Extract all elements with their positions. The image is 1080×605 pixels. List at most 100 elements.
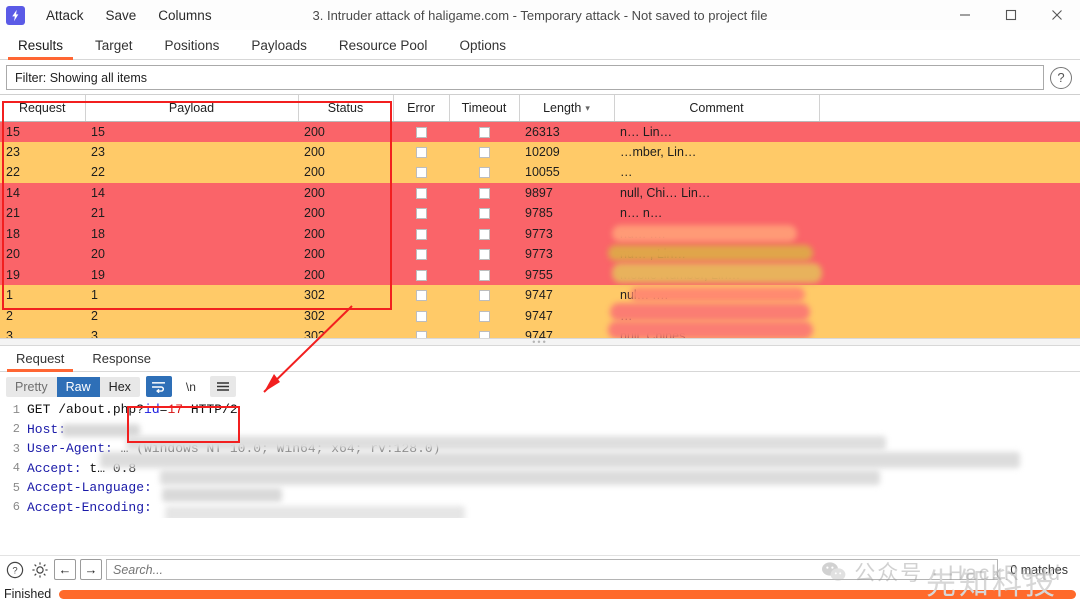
search-input[interactable] xyxy=(113,562,992,577)
checkbox-icon[interactable] xyxy=(415,290,427,302)
checkbox-icon[interactable] xyxy=(478,269,490,281)
maximize-button[interactable] xyxy=(988,0,1034,31)
cell-error[interactable] xyxy=(393,305,449,326)
editor-toolbar: Pretty Raw Hex \n xyxy=(0,372,1080,400)
request-editor[interactable]: 1 GET /about.php?id=17 HTTP/2 2 Host: 3 User… xyxy=(0,400,1080,518)
column-header-payload[interactable]: Payload xyxy=(85,95,299,122)
cell-timeout[interactable] xyxy=(449,141,519,162)
table-row[interactable]: 3 3 302 9747 null, Chines… xyxy=(0,326,1080,338)
menu-item-columns[interactable]: Columns xyxy=(147,5,222,26)
checkbox-icon[interactable] xyxy=(415,187,427,199)
tab-positions[interactable]: Positions xyxy=(149,34,236,59)
filter-bar[interactable]: Filter: Showing all items xyxy=(6,65,1044,90)
view-raw-button[interactable]: Raw xyxy=(56,376,100,397)
table-row[interactable]: 15 15 200 26313 n… Lin… xyxy=(0,121,1080,142)
close-button[interactable] xyxy=(1034,0,1080,31)
checkbox-icon[interactable] xyxy=(415,228,427,240)
cell-request: 15 xyxy=(0,121,85,142)
checkbox-icon[interactable] xyxy=(415,331,427,338)
checkbox-icon[interactable] xyxy=(478,208,490,220)
results-table: Request Payload Status Error Timeout Len… xyxy=(0,95,1080,338)
view-pretty-button[interactable]: Pretty xyxy=(6,377,57,397)
cell-request: 22 xyxy=(0,162,85,183)
cell-error[interactable] xyxy=(393,162,449,183)
tab-options[interactable]: Options xyxy=(443,34,522,59)
cell-timeout[interactable] xyxy=(449,203,519,224)
menu-item-attack[interactable]: Attack xyxy=(35,5,95,26)
table-row[interactable]: 22 22 200 10055… xyxy=(0,162,1080,183)
menu-item-save[interactable]: Save xyxy=(95,5,148,26)
cell-timeout[interactable] xyxy=(449,305,519,326)
line-number: 5 xyxy=(12,480,20,495)
cell-error[interactable] xyxy=(393,121,449,142)
table-row[interactable]: 21 21 200 9785 n… n… xyxy=(0,203,1080,224)
cell-error[interactable] xyxy=(393,223,449,244)
view-hex-button[interactable]: Hex xyxy=(100,377,140,397)
cell-error[interactable] xyxy=(393,285,449,306)
panel-splitter[interactable]: ••• xyxy=(0,337,1080,346)
table-row[interactable]: 1 1 302 9747 nul… .… xyxy=(0,285,1080,306)
cell-error[interactable] xyxy=(393,326,449,338)
table-row[interactable]: 14 14 200 9897 null, Chi… Lin… xyxy=(0,182,1080,203)
arrow-right-icon[interactable]: → xyxy=(80,559,102,580)
question-mark-icon[interactable]: ? xyxy=(1050,66,1072,89)
checkbox-icon[interactable] xyxy=(415,269,427,281)
table-row[interactable]: 23 23 200 10209 …mber, Lin… xyxy=(0,141,1080,162)
tab-response[interactable]: Response xyxy=(78,348,165,371)
cell-error[interactable] xyxy=(393,141,449,162)
checkbox-icon[interactable] xyxy=(415,167,427,179)
checkbox-icon[interactable] xyxy=(478,249,490,261)
column-header-request[interactable]: Request xyxy=(0,95,86,122)
column-header-length[interactable]: Length ▾ xyxy=(519,95,615,122)
table-row[interactable]: 2 2 302 9747… xyxy=(0,305,1080,326)
cell-error[interactable] xyxy=(393,264,449,285)
checkbox-icon[interactable] xyxy=(415,310,427,322)
column-header-timeout[interactable]: Timeout xyxy=(449,95,520,122)
checkbox-icon[interactable] xyxy=(478,310,490,322)
column-header-status[interactable]: Status xyxy=(298,95,394,122)
cell-timeout[interactable] xyxy=(449,121,519,142)
checkbox-icon[interactable] xyxy=(478,146,490,158)
cell-status: 200 xyxy=(298,182,393,203)
cell-timeout[interactable] xyxy=(449,326,519,338)
cell-timeout[interactable] xyxy=(449,182,519,203)
tab-resource-pool[interactable]: Resource Pool xyxy=(323,34,444,59)
question-mark-circle-icon[interactable]: ? xyxy=(4,559,25,580)
cell-timeout[interactable] xyxy=(449,285,519,306)
checkbox-icon[interactable] xyxy=(415,249,427,261)
cell-error[interactable] xyxy=(393,203,449,224)
menu-lines-icon[interactable] xyxy=(209,376,236,397)
table-row[interactable]: 18 18 200 9773 nu… .… xyxy=(0,223,1080,244)
checkbox-icon[interactable] xyxy=(478,187,490,199)
checkbox-icon[interactable] xyxy=(415,208,427,220)
checkbox-icon[interactable] xyxy=(478,228,490,240)
cell-timeout[interactable] xyxy=(449,162,519,183)
cell-error[interactable] xyxy=(393,182,449,203)
checkbox-icon[interactable] xyxy=(478,290,490,302)
newline-icon[interactable]: \n xyxy=(178,376,204,397)
cell-timeout[interactable] xyxy=(449,223,519,244)
checkbox-icon[interactable] xyxy=(415,146,427,158)
checkbox-icon[interactable] xyxy=(478,167,490,179)
column-header-error[interactable]: Error xyxy=(393,95,450,122)
tab-target[interactable]: Target xyxy=(79,34,149,59)
line-number: 4 xyxy=(12,461,20,476)
results-table-container[interactable]: Request Payload Status Error Timeout Len… xyxy=(0,94,1080,338)
checkbox-icon[interactable] xyxy=(478,126,490,138)
tab-payloads[interactable]: Payloads xyxy=(235,34,323,59)
tab-request[interactable]: Request xyxy=(2,348,78,372)
checkbox-icon[interactable] xyxy=(415,126,427,138)
arrow-left-icon[interactable]: ← xyxy=(54,559,76,580)
cell-timeout[interactable] xyxy=(449,264,519,285)
word-wrap-icon[interactable] xyxy=(145,376,172,397)
table-row[interactable]: 19 19 200 9755 Mobile Number, Lin… xyxy=(0,264,1080,285)
table-row[interactable]: 20 20 200 9773 nu… , Lin… xyxy=(0,244,1080,265)
search-field[interactable] xyxy=(106,559,999,580)
minimize-button[interactable] xyxy=(942,0,988,31)
gear-icon[interactable] xyxy=(29,559,50,580)
checkbox-icon[interactable] xyxy=(478,331,490,338)
tab-results[interactable]: Results xyxy=(2,34,79,60)
column-header-comment[interactable]: Comment xyxy=(614,95,820,122)
cell-error[interactable] xyxy=(393,244,449,265)
cell-timeout[interactable] xyxy=(449,244,519,265)
